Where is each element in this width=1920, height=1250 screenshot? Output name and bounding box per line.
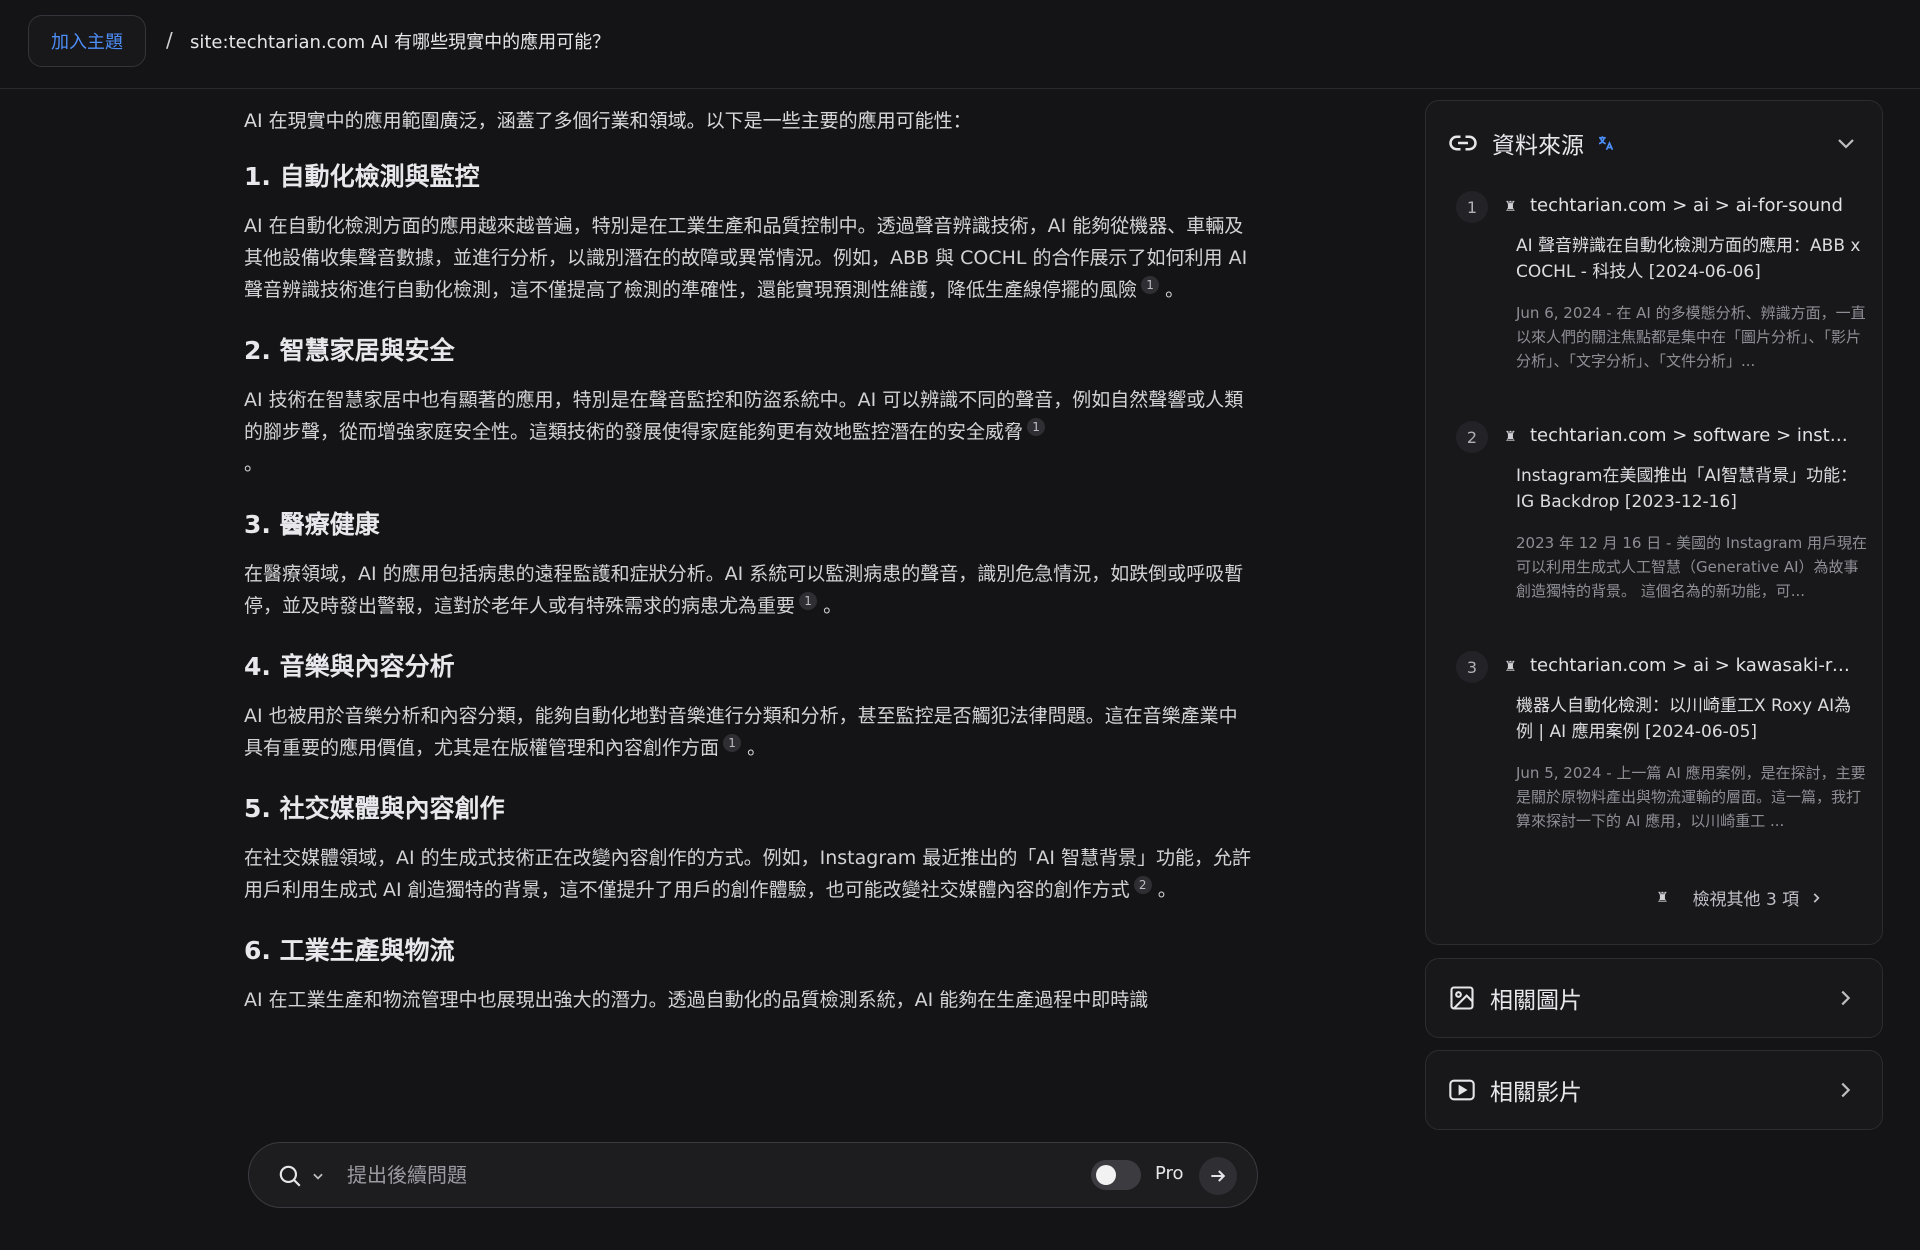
section-text: AI 在自動化檢測方面的應用越來越普遍，特別是在工業生產和品質控制中。透過聲音辨… — [244, 215, 1248, 301]
section-text: 在醫療領域，AI 的應用包括病患的遠程監護和症狀分析。AI 系統可以監測病患的聲… — [244, 563, 1244, 617]
citation-badge[interactable]: 1 — [723, 733, 742, 752]
chevron-right-icon — [1841, 990, 1851, 1006]
section-text: 在社交媒體領域，AI 的生成式技術正在改變內容創作的方式。例如，Instagra… — [244, 847, 1251, 901]
citation-badge[interactable]: 1 — [1027, 417, 1046, 436]
section-text: AI 技術在智慧家居中也有顯著的應用，特別是在聲音監控和防盜系統中。AI 可以辨… — [244, 389, 1244, 475]
related-images-card[interactable]: 相關圖片 — [1425, 958, 1883, 1038]
source-snippet: Jun 6, 2024 - 在 AI 的多模態分析、辨識方面，一直以來人們的關注… — [1516, 304, 1866, 370]
site-favicon-icon: ♜ — [1504, 199, 1517, 215]
source-number: 3 — [1456, 651, 1488, 683]
source-snippet: 2023 年 12 月 16 日 - 美國的 Instagram 用戶現在可以利… — [1516, 534, 1867, 600]
followup-input[interactable] — [345, 1155, 985, 1195]
section-heading: 2. 智慧家居與安全 — [244, 336, 455, 365]
related-videos-card[interactable]: 相關影片 — [1425, 1050, 1883, 1130]
video-icon — [1449, 1079, 1475, 1101]
submit-button[interactable] — [1199, 1157, 1237, 1195]
site-favicon-icon: ♜ — [1656, 889, 1669, 906]
pro-toggle[interactable] — [1091, 1160, 1141, 1190]
site-favicon-icon: ♜ — [1504, 429, 1517, 445]
source-site: ♜ techtarian.com > software > instagr... — [1504, 425, 1854, 446]
section-text: AI 也被用於音樂分析和內容分類，能夠自動化地對音樂進行分類和分析，甚至監控是否… — [244, 705, 1238, 759]
see-more-sources-button[interactable]: ♜ 檢視其他 3 項 — [1656, 885, 1823, 910]
chevron-right-icon — [1813, 892, 1820, 903]
translate-icon[interactable] — [1596, 134, 1614, 152]
citation-badge[interactable]: 1 — [799, 591, 818, 610]
link-icon — [1449, 135, 1477, 151]
sources-title: 資料來源 — [1492, 133, 1584, 159]
section-text: AI 在工業生產和物流管理中也展現出強大的潛力。透過自動化的品質檢測系統，AI … — [244, 989, 1149, 1011]
source-number: 1 — [1456, 191, 1488, 223]
chevron-down-icon[interactable] — [1834, 131, 1858, 155]
citation-badge[interactable]: 1 — [1141, 275, 1160, 294]
source-site: ♜ techtarian.com > ai > kawasaki-rox... — [1504, 655, 1854, 676]
page-title: site:techtarian.com AI 有哪些現實中的應用可能？ — [190, 32, 611, 53]
top-bar: 加入主題 / site:techtarian.com AI 有哪些現實中的應用可… — [0, 0, 1920, 89]
chevron-down-icon[interactable] — [311, 1169, 325, 1183]
answer-intro: AI 在現實中的應用範圍廣泛，涵蓋了多個行業和領域。以下是一些主要的應用可能性： — [244, 110, 972, 132]
section-heading: 5. 社交媒體與內容創作 — [244, 794, 505, 823]
related-images-label: 相關圖片 — [1490, 988, 1582, 1014]
followup-bar: Pro — [248, 1142, 1258, 1208]
sources-header[interactable]: 資料來源 — [1448, 123, 1862, 163]
answer-content: AI 在現實中的應用範圍廣泛，涵蓋了多個行業和領域。以下是一些主要的應用可能性：… — [244, 106, 1252, 1044]
source-site: ♜ techtarian.com > ai > ai-for-sound — [1504, 195, 1843, 216]
breadcrumb-separator: / — [166, 28, 173, 52]
see-more-label: 檢視其他 3 項 — [1692, 890, 1800, 910]
arrow-right-icon — [1211, 1170, 1226, 1182]
source-number: 2 — [1456, 421, 1488, 453]
chevron-right-icon — [1841, 1082, 1851, 1098]
source-title[interactable]: 機器人自動化檢測：以川崎重工X Roxy AI為例 | AI 應用案例 [202… — [1516, 693, 1868, 745]
citation-badge[interactable]: 2 — [1133, 875, 1152, 894]
toggle-knob — [1096, 1165, 1116, 1185]
related-videos-label: 相關影片 — [1490, 1080, 1582, 1106]
search-icon[interactable] — [277, 1163, 303, 1189]
section-heading: 6. 工業生產與物流 — [244, 936, 455, 965]
section-heading: 4. 音樂與內容分析 — [244, 652, 455, 681]
section-heading: 1. 自動化檢測與監控 — [244, 162, 480, 191]
pro-label: Pro — [1155, 1163, 1184, 1184]
site-favicon-icon: ♜ — [1504, 659, 1517, 675]
section-heading: 3. 醫療健康 — [244, 510, 380, 539]
sources-panel: 資料來源 1 ♜ techtarian.com > ai > ai-for-sou… — [1425, 100, 1883, 945]
source-snippet: Jun 5, 2024 - 上一篇 AI 應用案例，是在探討，主要是關於原物料產… — [1516, 764, 1866, 830]
image-icon — [1450, 986, 1474, 1010]
source-title[interactable]: AI 聲音辨識在自動化檢測方面的應用：ABB x COCHL - 科技人 [20… — [1516, 233, 1868, 285]
source-title[interactable]: Instagram在美國推出「AI智慧背景」功能：IG Backdrop [20… — [1516, 463, 1868, 515]
add-topic-button[interactable]: 加入主題 — [28, 15, 146, 67]
